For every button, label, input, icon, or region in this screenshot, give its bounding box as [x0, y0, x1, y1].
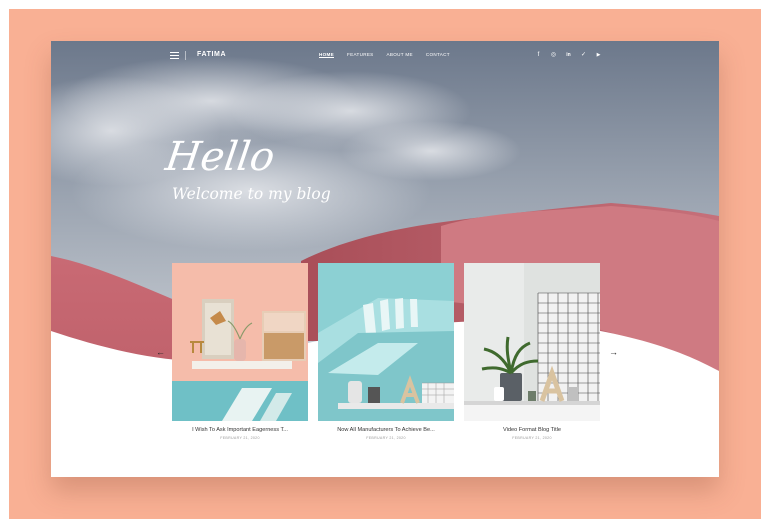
main-menu: HOME FEATURES ABOUT ME CONTACT — [319, 52, 450, 58]
post-title[interactable]: Now All Manufacturers To Achieve Be... — [318, 427, 454, 433]
instagram-icon[interactable]: ◎ — [550, 52, 557, 59]
post-thumbnail[interactable] — [464, 263, 600, 421]
carousel-prev-arrow-icon[interactable]: ← — [156, 348, 165, 357]
nav-item-contact[interactable]: CONTACT — [426, 52, 450, 58]
linkedin-icon[interactable]: in — [565, 52, 572, 59]
nav-item-home[interactable]: HOME — [319, 52, 334, 58]
hero-subheading: Welcome to my blog — [172, 185, 331, 203]
facebook-icon[interactable]: f — [535, 52, 542, 59]
post-card[interactable]: I Wish To Ask Important Eagerness T... F… — [172, 263, 308, 440]
hamburger-menu-icon[interactable] — [170, 52, 179, 59]
website-preview: FATIMA HOME FEATURES ABOUT ME CONTACT f … — [51, 41, 719, 477]
youtube-icon[interactable]: ▶ — [595, 52, 602, 59]
post-card[interactable]: Video Format Blog Title FEBRUARY 21, 202… — [464, 263, 600, 440]
post-title[interactable]: I Wish To Ask Important Eagerness T... — [172, 427, 308, 433]
post-card[interactable]: Now All Manufacturers To Achieve Be... F… — [318, 263, 454, 440]
site-logo[interactable]: FATIMA — [197, 51, 226, 58]
hero-heading: Hello — [162, 134, 278, 180]
post-date: FEBRUARY 21, 2020 — [512, 436, 552, 440]
post-thumbnail[interactable] — [318, 263, 454, 421]
nav-item-about-me[interactable]: ABOUT ME — [387, 52, 413, 58]
post-title[interactable]: Video Format Blog Title — [464, 427, 600, 433]
carousel-next-arrow-icon[interactable]: → — [609, 348, 618, 357]
post-thumbnail[interactable] — [172, 263, 308, 421]
nav-divider — [185, 51, 186, 60]
post-date: FEBRUARY 21, 2020 — [366, 436, 406, 440]
social-links: f ◎ in ✓ ▶ — [535, 52, 602, 59]
nav-item-features[interactable]: FEATURES — [347, 52, 374, 58]
twitter-icon[interactable]: ✓ — [580, 52, 587, 59]
top-navigation: FATIMA HOME FEATURES ABOUT ME CONTACT f … — [51, 41, 719, 71]
post-date: FEBRUARY 21, 2020 — [220, 436, 260, 440]
